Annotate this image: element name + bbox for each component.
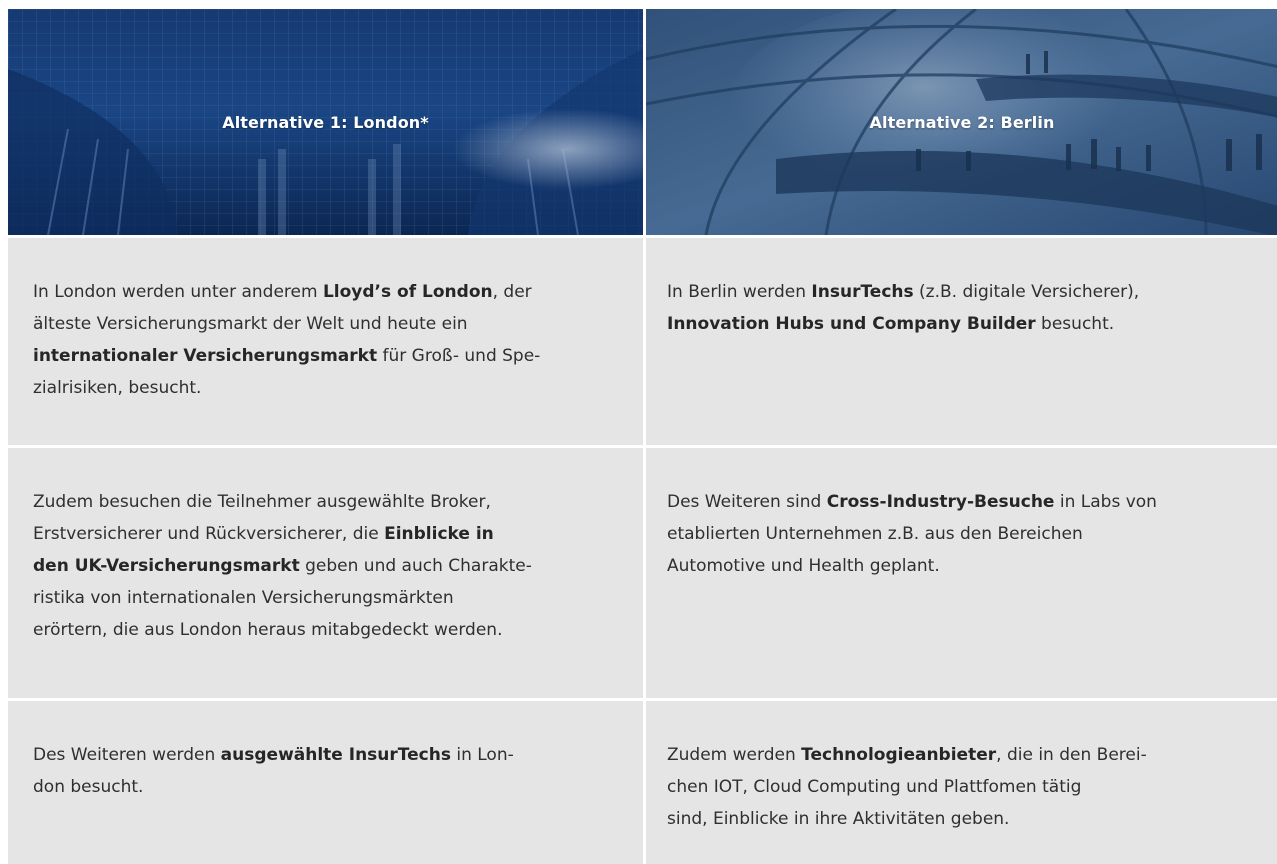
text-line: In Berlin werden InsurTechs (z.B. digita… <box>667 276 1262 308</box>
text-line: Zudem werden Technologieanbieter, die in… <box>667 739 1262 771</box>
text-segment: Des Weiteren sind <box>667 492 827 512</box>
text-line: erörtern, die aus London heraus mitabged… <box>33 614 613 646</box>
text-line: chen IOT, Cloud Computing und Plattfomen… <box>667 771 1262 803</box>
berlin-header-image: Alternative 2: Berlin <box>646 9 1277 235</box>
text-line: Des Weiteren sind Cross-Industry-Besuche… <box>667 486 1262 518</box>
london-paragraph-2: Zudem besuchen die Teilnehmer ausgewählt… <box>8 448 643 698</box>
text-segment: erörtern, die aus London heraus mitabged… <box>33 620 503 640</box>
bold-text: InsurTechs <box>811 282 914 302</box>
bold-text: Einblicke in <box>384 524 494 544</box>
text-segment: , die in den Berei- <box>996 745 1147 765</box>
text-segment: etablierten Unternehmen z.B. aus den Ber… <box>667 524 1083 544</box>
text-segment: Erstversicherer und Rückversicherer, die <box>33 524 385 544</box>
bold-text: Cross-Industry-Besuche <box>826 492 1055 512</box>
bold-text: Innovation Hubs und Company Builder <box>667 314 1036 334</box>
text-segment: , der <box>492 282 532 302</box>
london-paragraph-1: In London werden unter anderem Lloyd’s o… <box>8 238 643 445</box>
bold-text: ausgewählte InsurTechs <box>220 745 451 765</box>
berlin-paragraph-2: Des Weiteren sind Cross-Industry-Besuche… <box>646 448 1277 698</box>
text-segment: sind, Einblicke in ihre Aktivitäten gebe… <box>667 809 1010 829</box>
text-segment: in Lon- <box>450 745 514 765</box>
text-line: zialrisiken, besucht. <box>33 372 613 404</box>
comparison-table: Alternative 1: London* Alternative 2: Be… <box>8 9 1277 864</box>
london-title: Alternative 1: London* <box>222 112 429 132</box>
london-paragraph-3: Des Weiteren werden ausgewählte InsurTec… <box>8 701 643 864</box>
text-segment: geben und auch Charakte- <box>299 556 532 576</box>
london-header-image: Alternative 1: London* <box>8 9 643 235</box>
text-segment: Automotive und Health geplant. <box>667 556 940 576</box>
text-line: internationaler Versicherungsmarkt für G… <box>33 340 613 372</box>
text-segment: ristika von internationalen Versicherung… <box>33 588 454 608</box>
text-line: Des Weiteren werden ausgewählte InsurTec… <box>33 739 613 771</box>
text-segment: don besucht. <box>33 777 144 797</box>
text-line: Erstversicherer und Rückversicherer, die… <box>33 518 613 550</box>
berlin-title: Alternative 2: Berlin <box>869 112 1055 132</box>
text-segment: für Groß- und Spe- <box>377 346 541 366</box>
text-segment: Zudem werden <box>667 745 802 765</box>
berlin-paragraph-1: In Berlin werden InsurTechs (z.B. digita… <box>646 238 1277 445</box>
text-segment: In London werden unter anderem <box>33 282 323 302</box>
text-segment: Zudem besuchen die Teilnehmer ausgewählt… <box>33 492 491 512</box>
bold-text: Lloyd’s of London <box>322 282 493 302</box>
bold-text: internationaler Versicherungsmarkt <box>33 346 378 366</box>
text-segment: besucht. <box>1035 314 1115 334</box>
text-line: Innovation Hubs und Company Builder besu… <box>667 308 1262 340</box>
text-line: den UK-Versicherungsmarkt geben und auch… <box>33 550 613 582</box>
text-line: ristika von internationalen Versicherung… <box>33 582 613 614</box>
text-segment: chen IOT, Cloud Computing und Plattfomen… <box>667 777 1082 797</box>
berlin-paragraph-3: Zudem werden Technologieanbieter, die in… <box>646 701 1277 864</box>
text-segment: älteste Versicherungsmarkt der Welt und … <box>33 314 468 334</box>
text-line: In London werden unter anderem Lloyd’s o… <box>33 276 613 308</box>
text-segment: (z.B. digitale Versicherer), <box>913 282 1140 302</box>
text-line: sind, Einblicke in ihre Aktivitäten gebe… <box>667 803 1262 835</box>
text-line: Automotive und Health geplant. <box>667 550 1262 582</box>
text-segment: zialrisiken, besucht. <box>33 378 202 398</box>
bold-text: Technologieanbieter <box>801 745 997 765</box>
text-line: don besucht. <box>33 771 613 803</box>
text-line: etablierten Unternehmen z.B. aus den Ber… <box>667 518 1262 550</box>
text-segment: in Labs von <box>1054 492 1157 512</box>
text-line: älteste Versicherungsmarkt der Welt und … <box>33 308 613 340</box>
text-segment: Des Weiteren werden <box>33 745 221 765</box>
bold-text: den UK-Versicherungsmarkt <box>33 556 300 576</box>
text-line: Zudem besuchen die Teilnehmer ausgewählt… <box>33 486 613 518</box>
text-segment: In Berlin werden <box>667 282 812 302</box>
